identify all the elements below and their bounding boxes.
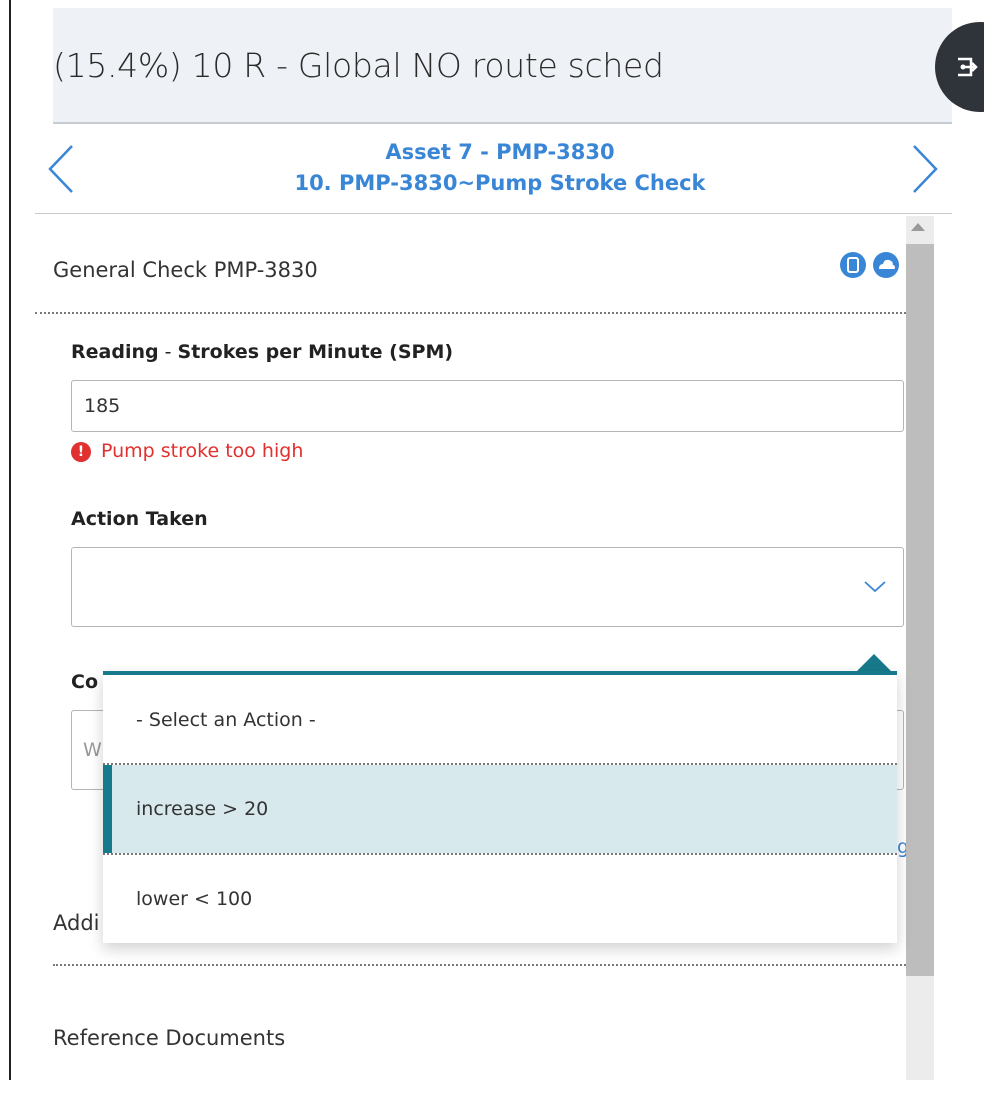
device-icon (840, 252, 866, 278)
action-dropdown: - Select an Action - increase > 20 lower… (103, 671, 897, 943)
header-bar: (15.4%) 10 R - Global NO route sched (53, 8, 952, 124)
error-icon: ! (71, 442, 91, 462)
reading-label-separator: - (158, 341, 178, 363)
error-message: Pump stroke too high (101, 440, 304, 462)
scrollbar-thumb[interactable] (906, 244, 934, 976)
dropdown-option-select-action[interactable]: - Select an Action - (103, 675, 897, 763)
chevron-down-icon (864, 581, 886, 593)
additional-divider (53, 964, 906, 966)
exit-icon (958, 57, 978, 77)
dropdown-option-increase[interactable]: increase > 20 (103, 765, 897, 853)
previous-button[interactable] (44, 142, 78, 196)
dropdown-option-lower[interactable]: lower < 100 (103, 855, 897, 943)
additional-section-label[interactable]: Addi (53, 911, 105, 935)
scroll-up-arrow-icon[interactable] (911, 223, 925, 231)
status-icons (840, 252, 906, 280)
nav-divider (35, 213, 952, 214)
reading-label-prefix: Reading (71, 341, 159, 363)
chevron-left-icon (48, 145, 73, 193)
cloud-icon (873, 252, 899, 278)
reading-label-field: Strokes per Minute (SPM) (177, 341, 454, 363)
section-divider (35, 312, 906, 314)
chevron-right-icon (913, 145, 938, 193)
comments-label: Co (71, 671, 98, 693)
left-border (9, 0, 11, 1080)
action-select[interactable] (71, 547, 904, 627)
page-title: (15.4%) 10 R - Global NO route sched (53, 46, 664, 85)
reading-label: Reading - Strokes per Minute (SPM) (71, 341, 453, 363)
reading-input[interactable]: 185 (71, 380, 904, 432)
next-button[interactable] (908, 142, 942, 196)
reference-documents-label[interactable]: Reference Documents (53, 1026, 285, 1050)
action-label: Action Taken (71, 508, 208, 530)
check-title: 10. PMP-3830~Pump Stroke Check (294, 171, 706, 195)
section-title: General Check PMP-3830 (53, 258, 318, 282)
partial-link[interactable]: g (897, 836, 906, 858)
app-frame: (15.4%) 10 R - Global NO route sched Ass… (0, 0, 984, 1097)
asset-title: Asset 7 - PMP-3830 (385, 140, 615, 164)
comments-placeholder: W (83, 739, 102, 761)
